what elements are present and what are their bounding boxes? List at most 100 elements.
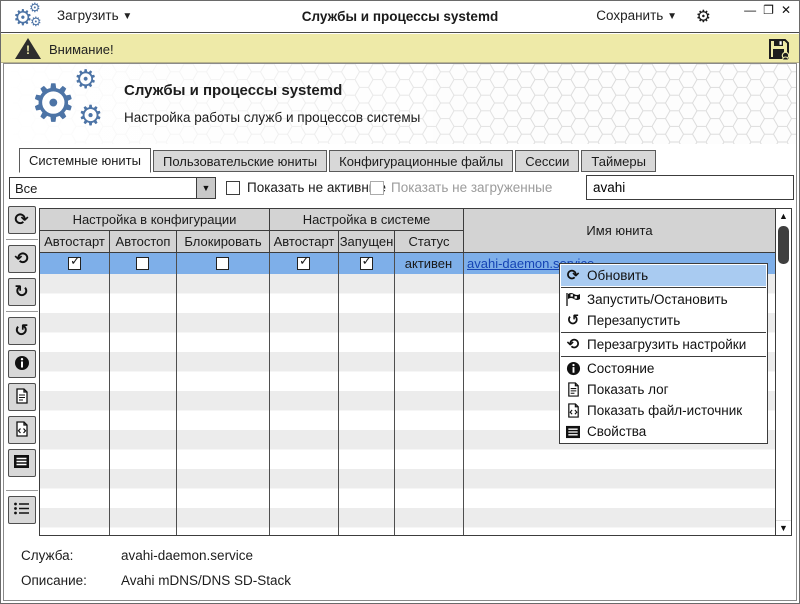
tab-timers[interactable]: Таймеры xyxy=(581,150,656,172)
page-subtitle: Настройка работы служб и процессов систе… xyxy=(124,110,420,125)
flag-icon xyxy=(565,292,581,307)
chevron-down-icon: ▼ xyxy=(667,11,677,22)
hexagon-pattern xyxy=(4,64,796,144)
restart-ccw-button[interactable]: ↺ xyxy=(8,317,36,345)
cell-autostop[interactable] xyxy=(109,253,176,274)
properties-icon xyxy=(13,454,30,472)
column-header[interactable]: Блокировать xyxy=(176,231,269,253)
menu-item-reload-settings[interactable]: ⟲ Перезагрузить настройки xyxy=(561,334,766,355)
unit-list-button[interactable] xyxy=(8,496,36,524)
column-header[interactable]: Автостарт xyxy=(269,231,338,253)
reload-settings-button[interactable]: ⟲ xyxy=(8,245,36,273)
window-title: Службы и процессы systemd xyxy=(1,9,799,24)
minimize-button[interactable]: — xyxy=(744,4,756,16)
column-header[interactable]: Автостоп xyxy=(109,231,176,253)
list-icon xyxy=(13,501,30,519)
scrollbar-thumb[interactable] xyxy=(778,226,789,264)
properties-icon xyxy=(565,425,581,439)
menu-item-show-log[interactable]: Показать лог xyxy=(561,379,766,400)
app-gears-logo: ⚙ ⚙ ⚙ xyxy=(30,70,116,140)
left-toolbar: ⟳ ⟲ ↻ ↺ xyxy=(4,206,39,529)
source-file-icon xyxy=(565,403,581,418)
restart-cw-icon: ↻ xyxy=(14,284,28,301)
tab-sessions[interactable]: Сессии xyxy=(515,150,579,172)
checkbox-checked[interactable]: ✓ xyxy=(360,257,373,270)
restart-ccw-icon: ↺ xyxy=(14,323,28,340)
page-header: ⚙ ⚙ ⚙ Службы и процессы systemd Настройк… xyxy=(4,64,796,144)
window-controls: — ❐ ✕ xyxy=(744,4,791,16)
state-info-button[interactable] xyxy=(8,350,36,378)
group-header-config: Настройка в конфигурации xyxy=(40,209,269,231)
maximize-button[interactable]: ❐ xyxy=(763,4,774,16)
menu-item-state[interactable]: Состояние xyxy=(561,358,766,379)
restart-cw-button[interactable]: ↻ xyxy=(8,278,36,306)
grid-line xyxy=(269,253,270,535)
log-file-icon xyxy=(14,388,30,407)
menu-item-show-source[interactable]: Показать файл-источник xyxy=(561,400,766,421)
description-info-row: Описание: Avahi mDNS/DNS SD-Stack xyxy=(21,573,87,588)
column-header[interactable]: Статус xyxy=(394,231,463,253)
checkbox-unchecked[interactable] xyxy=(136,257,149,270)
cell-autostart-config[interactable]: ✓ xyxy=(40,253,109,274)
page-title: Службы и процессы systemd xyxy=(124,82,342,99)
warning-icon: ! xyxy=(15,38,41,59)
service-label: Служба: xyxy=(21,548,73,563)
close-button[interactable]: ✕ xyxy=(781,4,791,16)
vertical-scrollbar[interactable]: ▲ ▼ xyxy=(775,208,792,536)
filter-row: Все ▼ Показать не активные Показать не з… xyxy=(4,172,796,203)
column-header-unit-name[interactable]: Имя юнита xyxy=(463,209,775,253)
grid-line xyxy=(394,253,395,535)
show-inactive-checkbox[interactable]: Показать не активные xyxy=(226,180,386,195)
search-input[interactable] xyxy=(586,175,794,200)
tab-config-files[interactable]: Конфигурационные файлы xyxy=(329,150,513,172)
restart-icon: ↺ xyxy=(565,313,581,328)
checkbox-unchecked[interactable] xyxy=(216,257,229,270)
titlebar: ⚙ ⚙ ⚙ Загрузить ▼ Службы и процессы syst… xyxy=(1,1,799,33)
scroll-up-icon[interactable]: ▲ xyxy=(776,209,791,224)
log-file-icon xyxy=(565,382,581,397)
column-header[interactable]: Запущен xyxy=(338,231,394,253)
settings-gear-icon[interactable]: ⚙ xyxy=(696,7,711,27)
checkbox-box[interactable] xyxy=(226,181,240,195)
menu-item-start-stop[interactable]: Запустить/Остановить xyxy=(561,289,766,310)
filter-combobox[interactable]: Все ▼ xyxy=(9,177,216,199)
refresh-button[interactable]: ⟳ xyxy=(8,206,36,234)
checkbox-checked[interactable]: ✓ xyxy=(297,257,310,270)
app-window: ⚙ ⚙ ⚙ Загрузить ▼ Службы и процессы syst… xyxy=(0,0,800,604)
properties-button[interactable] xyxy=(8,449,36,477)
checkbox-label: Показать не загруженные xyxy=(391,180,552,195)
menu-separator xyxy=(561,287,766,288)
info-icon xyxy=(14,355,30,374)
reload-settings-icon: ⟲ xyxy=(565,337,581,352)
show-source-button[interactable] xyxy=(8,416,36,444)
toolbar-separator xyxy=(6,490,38,491)
checkbox-checked[interactable]: ✓ xyxy=(68,257,81,270)
menu-item-refresh[interactable]: ⟳ Обновить xyxy=(561,265,766,286)
context-menu: ⟳ Обновить Запустить/Остановить ↺ Переза… xyxy=(559,263,768,444)
tab-user-units[interactable]: Пользовательские юниты xyxy=(153,150,327,172)
cell-running[interactable]: ✓ xyxy=(338,253,394,274)
save-menu-button[interactable]: Сохранить ▼ xyxy=(596,8,677,23)
grid-line xyxy=(338,253,339,535)
column-header[interactable]: Автостарт xyxy=(40,231,109,253)
cell-block[interactable] xyxy=(176,253,269,274)
cell-status: активен xyxy=(394,253,463,274)
scroll-down-icon[interactable]: ▼ xyxy=(776,520,791,535)
reload-settings-icon: ⟲ xyxy=(14,251,28,268)
save-file-icon[interactable] xyxy=(767,37,791,64)
show-unloaded-checkbox: Показать не загруженные xyxy=(370,180,552,195)
toolbar-separator xyxy=(6,311,38,312)
service-value: avahi-daemon.service xyxy=(121,548,253,563)
checkbox-box xyxy=(370,181,384,195)
combobox-arrow-icon[interactable]: ▼ xyxy=(196,178,215,198)
cell-autostart-system[interactable]: ✓ xyxy=(269,253,338,274)
menu-item-restart[interactable]: ↺ Перезапустить xyxy=(561,310,766,331)
combobox-value: Все xyxy=(15,181,37,196)
service-info-row: Служба: avahi-daemon.service xyxy=(21,548,73,563)
grid-line xyxy=(463,253,464,535)
tab-system-units[interactable]: Системные юниты xyxy=(19,148,151,173)
menu-item-properties[interactable]: Свойства xyxy=(561,421,766,442)
show-log-button[interactable] xyxy=(8,383,36,411)
source-file-icon xyxy=(14,421,30,440)
refresh-icon: ⟳ xyxy=(14,212,28,229)
